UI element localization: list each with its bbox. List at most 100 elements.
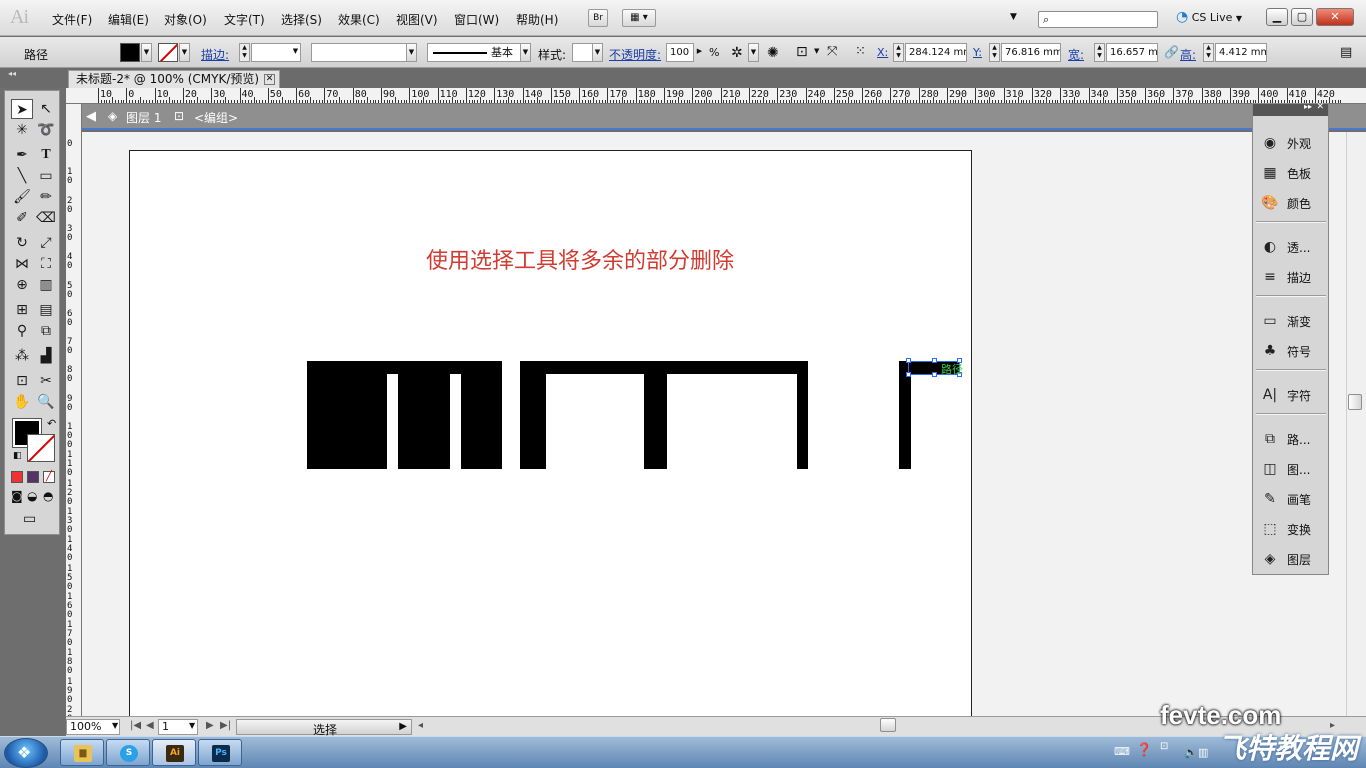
black-block[interactable] xyxy=(307,361,387,469)
shape-builder-tool-icon[interactable]: ⊕ xyxy=(11,275,33,295)
graphic-style-dropdown[interactable]: ▼ xyxy=(592,43,603,62)
color-mode-icon[interactable] xyxy=(11,471,23,483)
vertical-scrollbar[interactable] xyxy=(1346,132,1366,716)
panel-appearance[interactable]: ◉ 外观 xyxy=(1259,131,1323,155)
panel-graphic-styles[interactable]: ◫ 图... xyxy=(1259,457,1323,481)
default-colors-icon[interactable]: ◧ xyxy=(13,451,22,461)
stroke-weight-dropdown[interactable]: ▼ xyxy=(290,43,301,62)
taskbar-illustrator[interactable]: Ai xyxy=(152,739,196,766)
search-input[interactable]: ⌕ xyxy=(1038,11,1158,28)
align-dropdown-icon[interactable]: ▼ xyxy=(814,47,819,55)
taskbar-photoshop[interactable]: Ps xyxy=(198,739,242,766)
panel-color[interactable]: 🎨 颜色 xyxy=(1259,191,1323,215)
lasso-tool-icon[interactable]: ➰ xyxy=(35,120,57,140)
menu-help[interactable]: 帮助(H) xyxy=(516,11,558,28)
draw-behind-icon[interactable]: ◒ xyxy=(27,489,37,503)
draw-normal-icon[interactable]: ◙ xyxy=(11,489,23,503)
mesh-tool-icon[interactable]: ⊞ xyxy=(11,300,33,320)
eraser-tool-icon[interactable]: ⌫ xyxy=(35,208,57,228)
screen-mode-icon[interactable]: ▭ xyxy=(23,511,36,527)
black-block[interactable] xyxy=(520,361,546,469)
artboard-tool-icon[interactable]: ⊡ xyxy=(11,371,33,391)
opacity-dropdown[interactable]: ▶ xyxy=(694,43,705,62)
artboard[interactable]: 使用选择工具将多余的部分删除 路径 xyxy=(129,150,972,716)
taskbar-qq[interactable]: S xyxy=(106,739,150,766)
help-tray-icon[interactable]: ❓ xyxy=(1136,743,1152,758)
magic-wand-tool-icon[interactable]: ✳ xyxy=(11,120,33,140)
rectangle-tool-icon[interactable]: ▭ xyxy=(35,166,57,186)
opacity-field[interactable]: 100 xyxy=(666,43,694,62)
direct-selection-tool-icon[interactable]: ↖ xyxy=(35,99,57,119)
height-label[interactable]: 高: xyxy=(1180,46,1196,63)
panel-stroke[interactable]: ≡ 描边 xyxy=(1259,265,1323,289)
breadcrumb-layer[interactable]: 图层 1 xyxy=(126,109,161,126)
selection-handle[interactable] xyxy=(906,372,911,377)
first-artboard-icon[interactable]: |◀ xyxy=(130,720,141,731)
black-block[interactable] xyxy=(899,361,911,469)
recolor-dropdown[interactable]: ▼ xyxy=(748,43,759,62)
scale-tool-icon[interactable]: ⤢ xyxy=(35,233,57,253)
line-tool-icon[interactable]: ╲ xyxy=(11,166,33,186)
opacity-label[interactable]: 不透明度: xyxy=(609,46,661,63)
panel-transform[interactable]: ⬚ 变换 xyxy=(1259,517,1323,541)
control-panel-menu-icon[interactable]: ▤ xyxy=(1340,45,1352,60)
taskbar-explorer[interactable]: ▆ xyxy=(60,739,104,766)
perspective-grid-tool-icon[interactable]: ▥ xyxy=(35,275,57,295)
selection-handle[interactable] xyxy=(932,372,937,377)
close-button[interactable]: ✕ xyxy=(1316,8,1354,26)
black-block[interactable] xyxy=(797,361,808,469)
menu-view[interactable]: 视图(V) xyxy=(396,11,438,28)
workspace-dropdown-icon[interactable]: ▼ xyxy=(1010,12,1017,22)
stroke-label[interactable]: 描边: xyxy=(201,46,229,63)
panel-swatches[interactable]: ▦ 色板 xyxy=(1259,161,1323,185)
black-block[interactable] xyxy=(461,361,502,469)
document-tab[interactable]: 未标题-2* @ 100% (CMYK/预览) ✕ xyxy=(68,70,280,88)
symbol-sprayer-tool-icon[interactable]: ⁂ xyxy=(11,346,33,366)
panel-character[interactable]: A| 字符 xyxy=(1259,383,1323,407)
variable-width-dropdown[interactable]: ▼ xyxy=(406,43,417,62)
zoom-tool-icon[interactable]: 🔍 xyxy=(35,392,57,412)
collapse-panels-icon[interactable]: ◂◂ xyxy=(8,69,16,78)
variable-width-field[interactable] xyxy=(311,43,417,62)
status-menu-icon[interactable]: ▶ xyxy=(399,721,407,732)
panel-brushes[interactable]: ✎ 画笔 xyxy=(1259,487,1323,511)
scroll-left-icon[interactable]: ◂ xyxy=(418,720,423,731)
volume-tray-icon[interactable]: 🔈 xyxy=(1184,746,1198,759)
brush-definition-dropdown[interactable]: ▼ xyxy=(520,43,531,62)
y-field[interactable]: 76.816 mm xyxy=(1001,43,1061,62)
x-stepper[interactable]: ▲ ▼ xyxy=(893,43,904,62)
height-field[interactable]: 4.412 mm xyxy=(1215,43,1267,62)
panel-pathfinder[interactable]: ⧉ 路... xyxy=(1259,427,1323,451)
stroke-color-swatch[interactable] xyxy=(158,43,178,62)
blob-brush-tool-icon[interactable]: ✐ xyxy=(11,208,33,228)
transform-panel-icon[interactable]: ⤧ xyxy=(827,44,837,59)
slice-tool-icon[interactable]: ✂ xyxy=(35,371,57,391)
black-block[interactable] xyxy=(644,361,667,469)
artboard-dropdown-icon[interactable]: ▼ xyxy=(189,721,195,730)
recolor-artwork-icon[interactable]: ✲ xyxy=(731,45,743,61)
menu-type[interactable]: 文字(T) xyxy=(224,11,265,28)
start-button[interactable]: ❖ xyxy=(4,738,48,768)
last-artboard-icon[interactable]: ▶| xyxy=(220,720,231,731)
panel-dock-header[interactable]: ▸▸ ✕ xyxy=(1253,102,1328,116)
none-mode-icon[interactable]: ╱ xyxy=(43,471,55,483)
zoom-dropdown-icon[interactable]: ▼ xyxy=(112,721,118,730)
x-field[interactable]: 284.124 mm xyxy=(905,43,967,62)
restore-button[interactable]: ▢ xyxy=(1291,8,1313,26)
draw-inside-icon[interactable]: ◓ xyxy=(43,489,53,503)
status-display[interactable]: 选择 ▶ xyxy=(236,719,412,737)
stroke-swatch[interactable] xyxy=(27,434,55,462)
hand-tool-icon[interactable]: ✋ xyxy=(11,392,33,412)
tab-close-icon[interactable]: ✕ xyxy=(264,74,275,85)
selection-handle[interactable] xyxy=(932,358,937,363)
isolate-group-icon[interactable]: ✺ xyxy=(767,45,779,61)
panel-layers[interactable]: ◈ 图层 xyxy=(1259,547,1323,571)
x-label[interactable]: X: xyxy=(877,46,888,59)
width-stepper[interactable]: ▲ ▼ xyxy=(1094,43,1105,62)
panel-symbols[interactable]: ♣ 符号 xyxy=(1259,339,1323,363)
fill-color-swatch[interactable] xyxy=(120,43,140,62)
menu-edit[interactable]: 编辑(E) xyxy=(108,11,149,28)
menu-window[interactable]: 窗口(W) xyxy=(454,11,499,28)
swap-fill-stroke-icon[interactable]: ↶ xyxy=(47,417,56,430)
selection-tool-icon[interactable]: ➤ xyxy=(11,99,33,119)
